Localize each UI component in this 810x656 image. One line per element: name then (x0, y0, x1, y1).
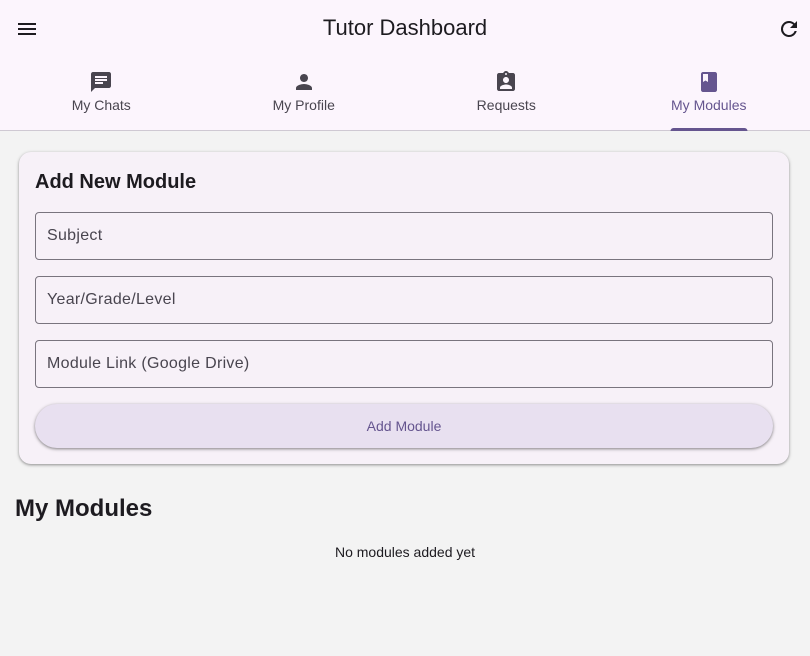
refresh-icon (780, 20, 797, 37)
subject-field[interactable] (35, 212, 773, 260)
refresh-button[interactable] (773, 13, 805, 45)
tab-my-chats[interactable]: My Chats (0, 58, 203, 131)
chat-icon (91, 72, 112, 92)
tab-requests[interactable]: Requests (405, 58, 608, 131)
modules-section-title: My Modules (15, 495, 153, 522)
person-icon (295, 74, 312, 90)
assignment-ind-icon (497, 71, 516, 91)
tab-label: Requests (476, 97, 536, 113)
add-module-button[interactable]: Add Module (35, 404, 773, 448)
tab-my-profile[interactable]: My Profile (203, 58, 406, 131)
empty-state-text: No modules added yet (334, 544, 476, 560)
add-module-card: Add New Module Add Module (19, 152, 789, 464)
active-tab-indicator (670, 128, 748, 131)
module-link-field[interactable] (35, 340, 773, 388)
book-icon (700, 72, 717, 92)
tab-label: My Modules (671, 97, 747, 113)
tab-label: My Profile (272, 97, 335, 113)
page-title: Tutor Dashboard (322, 15, 488, 40)
tab-my-modules[interactable]: My Modules (608, 58, 810, 131)
level-field[interactable] (35, 276, 773, 324)
subject-input[interactable] (36, 213, 772, 259)
module-link-input[interactable] (36, 341, 772, 387)
tab-bar: My Chats My Profile Requests My Modules (0, 58, 810, 131)
card-title: Add New Module (35, 171, 197, 193)
app-bar: Tutor Dashboard My Chats My Profile Requ… (0, 0, 810, 131)
level-input[interactable] (36, 277, 772, 323)
tab-label: My Chats (71, 97, 131, 113)
